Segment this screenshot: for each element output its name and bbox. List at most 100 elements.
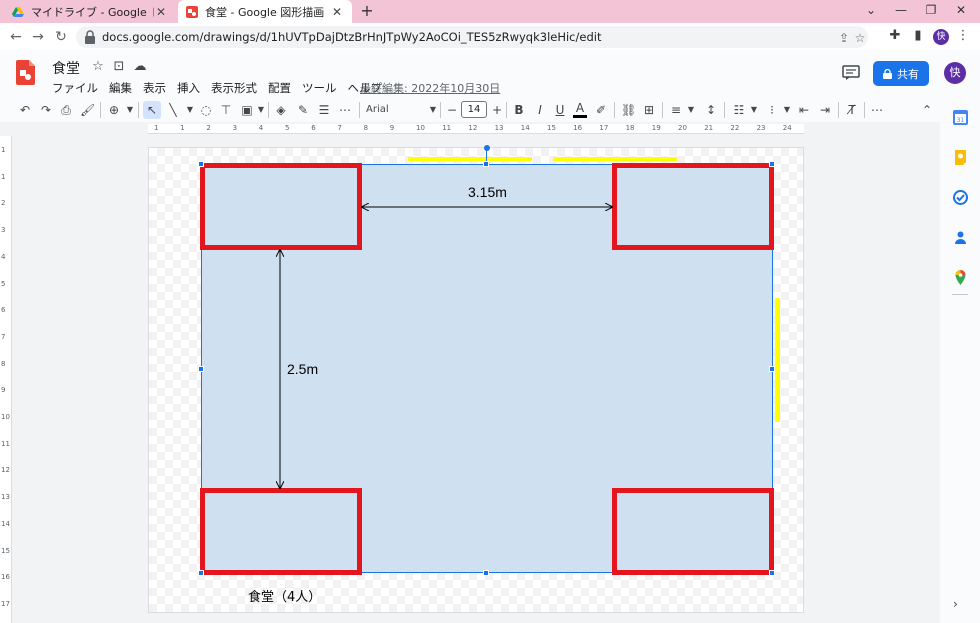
move-folder-icon[interactable]: ⊡ bbox=[111, 59, 127, 75]
resize-handle-top-right[interactable] bbox=[769, 161, 775, 167]
menu-file[interactable]: ファイル bbox=[52, 80, 98, 96]
resize-handle-left[interactable] bbox=[198, 366, 204, 372]
menu-insert[interactable]: 挿入 bbox=[177, 80, 200, 96]
resize-handle-right[interactable] bbox=[769, 366, 775, 372]
drawings-logo-icon[interactable] bbox=[16, 60, 35, 85]
menu-arrange[interactable]: 配置 bbox=[268, 80, 291, 96]
restore-icon[interactable]: ❐ bbox=[916, 0, 946, 23]
tab-google-drawings[interactable]: 食堂 - Google 図形描画 ✕ bbox=[178, 0, 352, 23]
close-window-icon[interactable]: ✕ bbox=[946, 0, 976, 23]
increase-font-size-button[interactable]: + bbox=[490, 101, 504, 119]
more-tools-icon[interactable]: ⋯ bbox=[870, 101, 884, 119]
resize-handle-top[interactable] bbox=[483, 161, 489, 167]
text-box-icon[interactable]: ⊤ bbox=[219, 101, 233, 119]
image-dropdown-icon[interactable]: ▼ bbox=[254, 101, 268, 119]
table-top-left[interactable] bbox=[200, 163, 362, 250]
numbered-list-icon[interactable]: ⁝ bbox=[765, 101, 779, 119]
zoom-dropdown-icon[interactable]: ▼ bbox=[123, 101, 137, 119]
add-comment-icon[interactable]: ⊞ bbox=[642, 101, 656, 119]
close-tab-icon[interactable]: ✕ bbox=[154, 5, 168, 19]
account-avatar[interactable]: 快 bbox=[944, 62, 966, 84]
border-color-icon[interactable]: ✎ bbox=[296, 101, 310, 119]
comment-history-icon[interactable] bbox=[842, 65, 860, 81]
undo-icon[interactable]: ↶ bbox=[18, 101, 32, 119]
keep-icon[interactable] bbox=[953, 150, 968, 165]
table-top-right[interactable] bbox=[612, 163, 774, 250]
menu-tools[interactable]: ツール bbox=[302, 80, 337, 96]
bookmark-star-icon[interactable]: ☆ bbox=[852, 30, 868, 46]
table-bottom-left[interactable] bbox=[200, 488, 362, 575]
chevron-down-icon[interactable]: ⌄ bbox=[856, 0, 886, 23]
rotation-handle[interactable] bbox=[484, 145, 490, 151]
collapse-menu-icon[interactable]: ⌃ bbox=[920, 101, 934, 119]
tasks-icon[interactable] bbox=[953, 190, 968, 205]
increase-indent-icon[interactable]: ⇥ bbox=[818, 101, 832, 119]
italic-icon[interactable]: I bbox=[533, 101, 547, 119]
minimize-icon[interactable]: — bbox=[886, 0, 916, 23]
bold-icon[interactable]: B bbox=[512, 101, 526, 119]
highlight-color-icon[interactable]: ✐ bbox=[594, 101, 608, 119]
clear-formatting-icon[interactable]: T̸ bbox=[845, 101, 859, 119]
resize-handle-bottom[interactable] bbox=[483, 570, 489, 576]
shape-tool-icon[interactable]: ◌ bbox=[199, 101, 213, 119]
expand-panel-icon[interactable]: › bbox=[953, 597, 958, 611]
share-page-icon[interactable]: ⇪ bbox=[836, 30, 852, 46]
side-panel-icon[interactable]: ▮ bbox=[910, 28, 926, 44]
width-dimension-label[interactable]: 3.15m bbox=[468, 184, 507, 200]
more-options-icon[interactable]: ⋮ bbox=[955, 28, 971, 44]
resize-handle-bottom-left[interactable] bbox=[198, 570, 204, 576]
font-size-input[interactable]: 14 bbox=[461, 101, 487, 118]
line-dropdown-icon[interactable]: ▼ bbox=[183, 101, 197, 119]
extensions-icon[interactable]: ✚ bbox=[887, 28, 903, 44]
menu-format[interactable]: 表示形式 bbox=[211, 80, 257, 96]
horizontal-ruler[interactable]: 1 1 2 3 4 5 6 7 8 9 10 11 12 13 14 15 16 17 18 19 20 21 22 23 24 bbox=[148, 124, 804, 134]
menu-edit[interactable]: 編集 bbox=[109, 80, 132, 96]
decrease-indent-icon[interactable]: ⇤ bbox=[797, 101, 811, 119]
menu-view[interactable]: 表示 bbox=[143, 80, 166, 96]
align-icon[interactable]: ≡ bbox=[669, 101, 683, 119]
fill-color-icon[interactable]: ◈ bbox=[274, 101, 288, 119]
border-dash-icon[interactable]: ⋯ bbox=[338, 101, 352, 119]
profile-avatar[interactable]: 快 bbox=[933, 29, 949, 45]
forward-icon[interactable]: → bbox=[28, 27, 48, 47]
share-button[interactable]: 共有 bbox=[873, 61, 929, 86]
new-tab-button[interactable]: + bbox=[358, 2, 376, 20]
contacts-icon[interactable] bbox=[953, 230, 968, 245]
drawing-caption[interactable]: 食堂（4人） bbox=[248, 586, 321, 605]
yellow-highlight-top-right[interactable] bbox=[553, 157, 677, 161]
align-dropdown-icon[interactable]: ▼ bbox=[684, 101, 698, 119]
yellow-highlight-right[interactable] bbox=[775, 298, 780, 422]
maps-icon[interactable] bbox=[953, 270, 968, 285]
star-icon[interactable]: ☆ bbox=[90, 59, 106, 75]
url-bar[interactable]: docs.google.com/drawings/d/1hUVTpDajDtzB… bbox=[76, 26, 868, 48]
border-weight-icon[interactable]: ☰ bbox=[317, 101, 331, 119]
yellow-highlight-top-left[interactable] bbox=[408, 157, 532, 161]
bulleted-list-icon[interactable]: ☷ bbox=[732, 101, 746, 119]
last-edit-link[interactable]: 最終編集: 2022年10月30日 bbox=[360, 80, 500, 96]
select-arrow-icon[interactable]: ↖ bbox=[143, 101, 161, 119]
vertical-ruler[interactable]: 1 1 2 3 4 5 6 7 8 9 10 11 12 13 14 15 16 17 bbox=[0, 136, 12, 623]
paint-format-icon[interactable]: 🖌 bbox=[80, 101, 95, 119]
reload-icon[interactable]: ↻ bbox=[51, 27, 71, 47]
zoom-icon[interactable]: ⊕ bbox=[107, 101, 121, 119]
print-icon[interactable]: ⎙ bbox=[59, 101, 73, 119]
height-dimension-label[interactable]: 2.5m bbox=[287, 361, 318, 377]
bullet-dropdown-icon[interactable]: ▼ bbox=[747, 101, 761, 119]
underline-icon[interactable]: U bbox=[553, 101, 567, 119]
text-color-icon[interactable]: A bbox=[573, 101, 587, 118]
image-icon[interactable]: ▣ bbox=[240, 101, 254, 119]
resize-handle-bottom-right[interactable] bbox=[769, 570, 775, 576]
tab-google-drive[interactable]: マイドライブ - Google ドライブ ✕ bbox=[4, 0, 176, 23]
link-icon[interactable]: ⛓ bbox=[621, 101, 636, 119]
table-bottom-right[interactable] bbox=[612, 488, 774, 575]
line-spacing-icon[interactable]: ↕ bbox=[704, 101, 718, 119]
numbered-dropdown-icon[interactable]: ▼ bbox=[780, 101, 794, 119]
calendar-icon[interactable]: 31 bbox=[953, 110, 968, 125]
resize-handle-top-left[interactable] bbox=[198, 161, 204, 167]
line-tool-icon[interactable]: ╲ bbox=[166, 101, 180, 119]
back-icon[interactable]: ← bbox=[6, 27, 26, 47]
close-tab-icon[interactable]: ✕ bbox=[330, 5, 344, 19]
font-family-select[interactable]: Arial ▼ bbox=[366, 101, 438, 119]
document-title[interactable]: 食堂 bbox=[52, 58, 80, 78]
decrease-font-size-button[interactable]: − bbox=[445, 101, 459, 119]
